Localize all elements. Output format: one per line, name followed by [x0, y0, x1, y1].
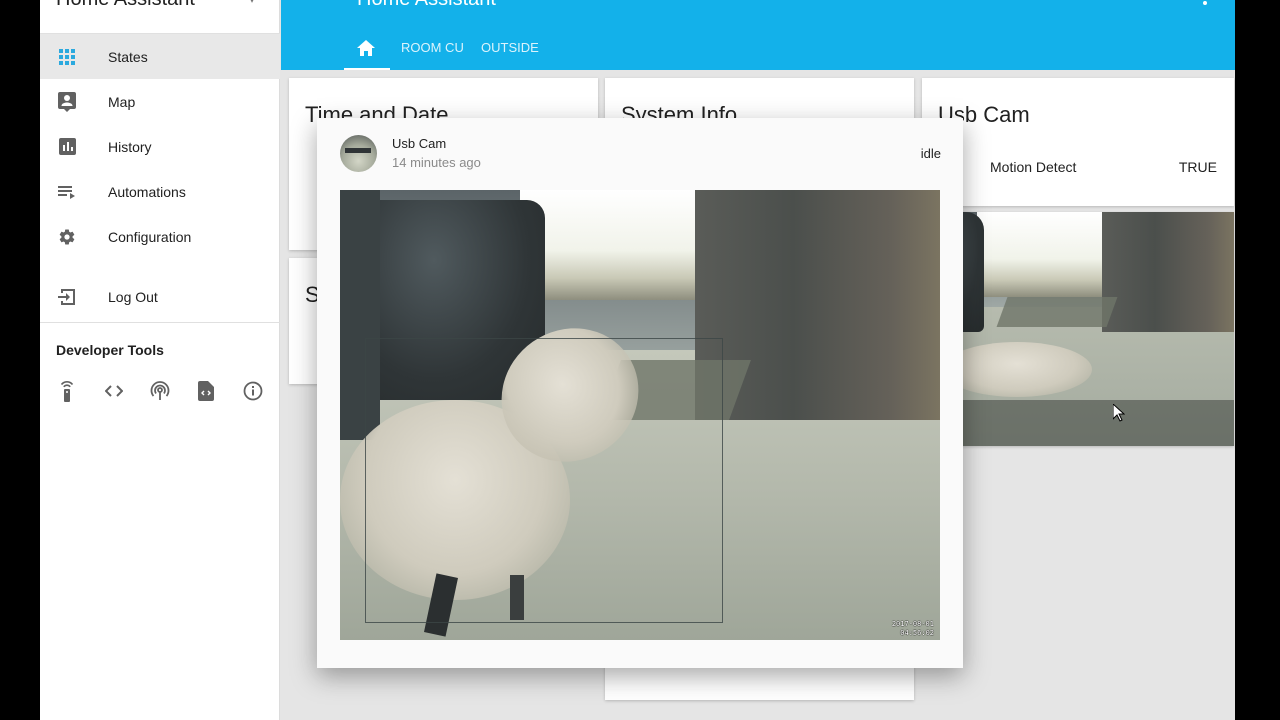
entity-avatar [340, 135, 377, 172]
code-brackets-icon[interactable] [103, 380, 125, 402]
camera-image[interactable]: Cam [922, 212, 1234, 446]
motion-detection-box [365, 338, 723, 623]
sidebar-item-label: States [108, 48, 148, 65]
camera-stream-image: 2017-08-01 04:56:02 [340, 190, 940, 640]
developer-tools-title: Developer Tools [56, 342, 164, 358]
timestamp-time: 04:56:02 [900, 629, 934, 637]
sidebar-item-label: Automations [108, 183, 186, 200]
home-icon [357, 40, 375, 59]
card-camera-usb-cam[interactable]: Cam [922, 212, 1234, 446]
sidebar-item-label: Log Out [108, 288, 158, 305]
app-window: Home Assistant ▾ States Map Histor [40, 0, 1235, 720]
chevron-down-icon[interactable]: ▾ [249, 0, 255, 6]
more-vert-icon[interactable] [1203, 0, 1207, 5]
timestamp-date: 2017-08-01 [891, 620, 934, 628]
camera-rug [996, 297, 1118, 327]
tab-home[interactable] [357, 36, 375, 70]
sidebar-item-map[interactable]: Map [40, 79, 280, 124]
sidebar-item-states[interactable]: States [40, 34, 280, 79]
sidebar-item-label: Configuration [108, 228, 192, 245]
sidebar-item-history[interactable]: History [40, 124, 280, 169]
card-usb-cam: Usb Cam Motion Detect TRUE [922, 78, 1234, 206]
divider [40, 322, 280, 323]
camera-cat [942, 342, 1092, 397]
more-info-dialog: Usb Cam 14 minutes ago idle 2017-08-01 0… [317, 118, 963, 668]
sidebar-title: Home Assistant [56, 0, 195, 11]
logout-icon [57, 287, 77, 307]
playlist-play-icon [57, 182, 77, 202]
camera-curtain [1102, 212, 1234, 332]
app-header: Home Assistant ROOM CU OUTSIDE [281, 0, 1235, 70]
tab-room-cu[interactable]: ROOM CU [401, 36, 464, 70]
active-tab-indicator [344, 68, 390, 70]
sidebar-item-log-out[interactable]: Log Out [40, 274, 280, 319]
file-xml-icon[interactable] [195, 380, 217, 402]
gear-icon [57, 227, 77, 247]
camera-caption-bar: Cam [922, 400, 1234, 446]
sidebar-item-automations[interactable]: Automations [40, 169, 280, 214]
last-changed: 14 minutes ago [392, 155, 481, 170]
sidebar-item-configuration[interactable]: Configuration [40, 214, 280, 259]
motion-detect-value: TRUE [1178, 159, 1217, 175]
camera-window [520, 190, 700, 300]
camera-window [977, 212, 1102, 297]
remote-icon[interactable] [56, 380, 78, 402]
map-account-icon [57, 91, 77, 112]
info-icon[interactable] [242, 380, 264, 402]
tab-outside[interactable]: OUTSIDE [481, 36, 539, 70]
entity-state: idle [920, 146, 941, 161]
camera-timestamp: 2017-08-01 04:56:02 [892, 620, 934, 638]
entity-name: Usb Cam [392, 136, 447, 151]
sidebar: Home Assistant ▾ States Map Histor [40, 0, 280, 720]
header-title: Home Assistant [357, 0, 496, 11]
sidebar-item-label: History [108, 138, 152, 155]
sidebar-item-label: Map [108, 93, 136, 110]
chart-bar-icon [57, 137, 77, 157]
mouse-cursor-icon [1112, 402, 1126, 427]
grid-icon [57, 47, 77, 67]
access-point-icon[interactable] [149, 380, 171, 402]
motion-detect-label[interactable]: Motion Detect [990, 159, 1076, 175]
